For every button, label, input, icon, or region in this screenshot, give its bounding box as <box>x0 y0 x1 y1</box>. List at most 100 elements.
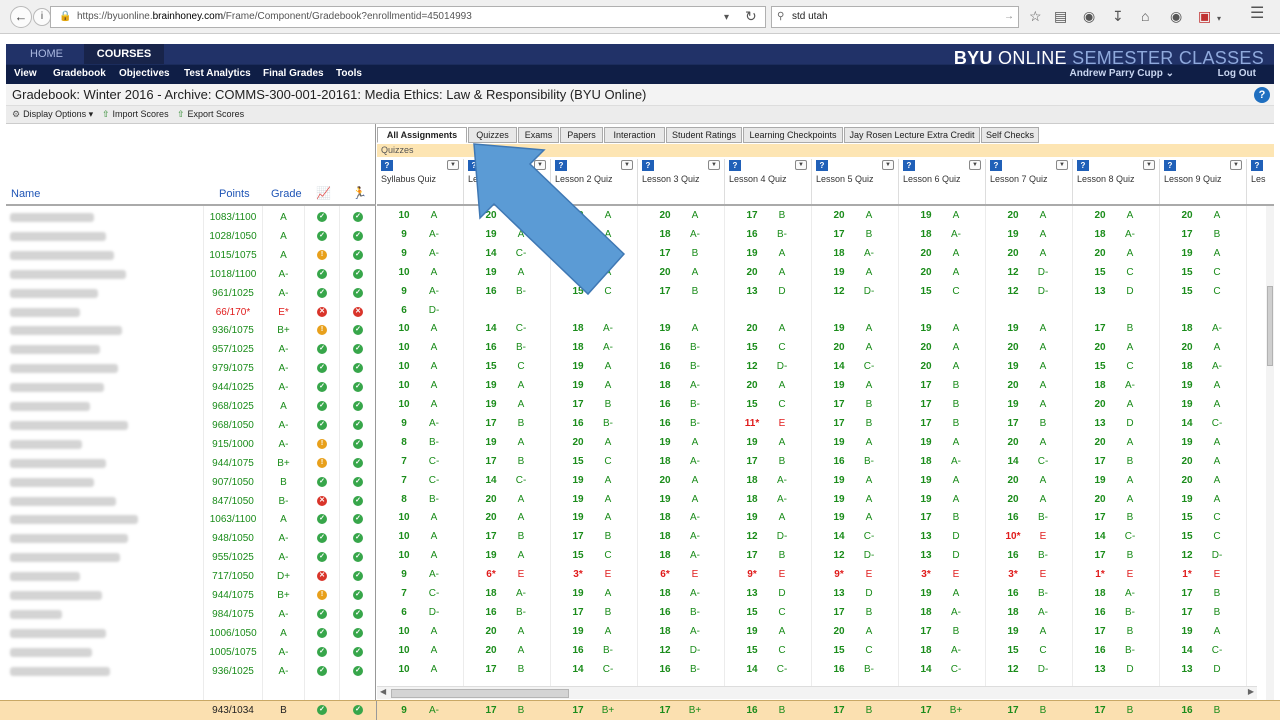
score-cell[interactable]: 18 <box>739 475 765 486</box>
score-cell[interactable]: 15 <box>739 645 765 656</box>
table-row[interactable]: 7 C- 17 B 15 C 18 A- 17 B 16 B- 18 A- 14 C- 17 B 20 A <box>377 452 1274 471</box>
score-cell[interactable]: 19 <box>1000 399 1026 410</box>
table-row[interactable]: 10 A 20 A 19 A 18 A- 19 A 19 A 17 B 16 B- 17 B 15 C <box>377 508 1274 527</box>
menu-objectives[interactable]: Objectives <box>119 68 170 79</box>
score-cell[interactable]: 14 <box>913 664 939 675</box>
score-cell[interactable]: 14 <box>1174 418 1200 429</box>
score-cell[interactable]: 16 <box>652 607 678 618</box>
score-cell[interactable]: 20 <box>478 494 504 505</box>
score-cell[interactable]: 18 <box>739 494 765 505</box>
dropdown-arrow-icon[interactable]: ▾ <box>724 11 729 25</box>
name-header[interactable]: Name <box>11 188 40 200</box>
score-cell[interactable]: 18 <box>1087 229 1113 240</box>
score-cell[interactable]: 16 <box>652 664 678 675</box>
scroll-left-icon[interactable]: ◀ <box>380 687 386 696</box>
display-options-button[interactable]: ⚙ Display Options ▾ <box>12 109 93 120</box>
score-cell[interactable]: 16 <box>652 342 678 353</box>
status-ok-icon[interactable]: ✓ <box>317 287 327 298</box>
score-cell[interactable]: 13 <box>1087 664 1113 675</box>
logout-link[interactable]: Log Out <box>1218 68 1256 79</box>
score-cell[interactable]: 15 <box>565 550 591 561</box>
score-cell[interactable]: 17 <box>1000 418 1026 429</box>
extension-dropdown-icon[interactable]: ▾ <box>1217 12 1221 26</box>
status-ok-icon[interactable]: ✓ <box>353 438 363 449</box>
score-cell[interactable]: 19 <box>1174 626 1200 637</box>
score-cell[interactable]: 20 <box>913 342 939 353</box>
score-cell[interactable]: 18 <box>478 588 504 599</box>
column-header[interactable]: ? ▼ Lesson 1 Quiz <box>464 159 551 206</box>
score-cell[interactable]: 20 <box>1000 248 1026 259</box>
status-ok-icon[interactable]: ✓ <box>353 457 363 468</box>
status-bad-icon[interactable]: ✕ <box>317 306 327 317</box>
score-cell[interactable]: 17 <box>1174 229 1200 240</box>
table-row[interactable]: 10 A 19 A 17 B 16 B- 15 C 17 B 17 B 19 A 20 A 19 A <box>377 395 1274 414</box>
score-cell[interactable]: 19 <box>478 550 504 561</box>
status-ok-icon[interactable]: ✓ <box>353 533 363 544</box>
status-ok-icon[interactable]: ✓ <box>317 608 327 619</box>
table-row[interactable]: 7 C- 14 C- 19 A 20 A 18 A- 19 A 19 A 20 A 19 A 20 A <box>377 471 1274 490</box>
score-cell[interactable]: 20 <box>1087 342 1113 353</box>
score-cell[interactable]: 18 <box>565 342 591 353</box>
score-cell[interactable]: 16 <box>1087 645 1113 656</box>
column-header[interactable]: ? ▼ Lesson 7 Quiz <box>986 159 1073 206</box>
score-cell[interactable]: 17 <box>739 210 765 221</box>
score-cell[interactable]: 16 <box>1000 550 1026 561</box>
info-icon[interactable]: i <box>33 8 51 26</box>
score-cell[interactable]: 18 <box>913 645 939 656</box>
table-row[interactable]: 1028/1050 A ✓ ✓ <box>6 227 376 246</box>
status-ok-icon[interactable]: ✓ <box>353 287 363 298</box>
score-cell[interactable]: 19 <box>1000 626 1026 637</box>
score-cell[interactable]: 14 <box>478 475 504 486</box>
score-cell[interactable]: 15 <box>1087 361 1113 372</box>
table-row[interactable]: 961/1025 A- ✓ ✓ <box>6 284 376 303</box>
help-icon[interactable]: ? <box>1254 87 1270 103</box>
score-cell[interactable]: 6* <box>652 569 678 580</box>
score-cell[interactable]: 3* <box>565 569 591 580</box>
score-cell[interactable]: 12 <box>1000 286 1026 297</box>
score-cell[interactable]: 6 <box>391 305 417 316</box>
score-cell[interactable]: 19 <box>1087 475 1113 486</box>
score-cell[interactable]: 16 <box>1000 588 1026 599</box>
score-cell[interactable]: 7 <box>391 475 417 486</box>
column-header[interactable]: ? ▼ Lesson 2 Quiz <box>551 159 638 206</box>
score-cell[interactable]: 10 <box>391 361 417 372</box>
score-cell[interactable]: 20 <box>1000 494 1026 505</box>
score-cell[interactable]: 19 <box>826 512 852 523</box>
status-ok-icon[interactable]: ✓ <box>317 212 327 222</box>
nav-courses[interactable]: COURSES <box>84 44 164 64</box>
scroll-thumb[interactable] <box>391 689 569 698</box>
score-cell[interactable]: 13 <box>1087 418 1113 429</box>
table-row[interactable]: 948/1050 A- ✓ ✓ <box>6 529 376 548</box>
score-cell[interactable]: 17 <box>652 286 678 297</box>
score-cell[interactable]: 20 <box>1087 494 1113 505</box>
score-cell[interactable]: 19 <box>826 267 852 278</box>
score-cell[interactable]: 19 <box>913 588 939 599</box>
score-cell[interactable]: 17 <box>652 248 678 259</box>
table-row[interactable]: 984/1075 A- ✓ ✓ <box>6 605 376 624</box>
status-ok-icon[interactable]: ✓ <box>353 608 363 619</box>
score-cell[interactable]: 19 <box>652 437 678 448</box>
vertical-scrollbar[interactable] <box>1266 206 1274 700</box>
status-ok-icon[interactable]: ✓ <box>317 533 327 544</box>
user-menu[interactable]: Andrew Parry Cupp ⌄ <box>1069 68 1174 79</box>
score-cell[interactable]: 17 <box>913 512 939 523</box>
status-ok-icon[interactable]: ✓ <box>353 627 363 638</box>
score-cell[interactable]: 12 <box>1000 664 1026 675</box>
tab-exams[interactable]: Exams <box>518 127 559 143</box>
status-ok-icon[interactable]: ✓ <box>317 382 327 393</box>
column-header[interactable]: ? ▼ Lesson 9 Quiz <box>1160 159 1247 206</box>
reading-list-icon[interactable]: ▤ <box>1054 9 1067 23</box>
table-row[interactable]: 10 A 20 A 20 A 20 A 17 B 20 A 19 A 20 A 20 A 20 A <box>377 206 1274 225</box>
score-cell[interactable]: 14 <box>826 361 852 372</box>
score-cell[interactable]: 17 <box>913 380 939 391</box>
status-ok-icon[interactable]: ✓ <box>353 230 363 241</box>
score-cell[interactable]: 17 <box>826 229 852 240</box>
score-cell[interactable]: 20 <box>826 342 852 353</box>
score-cell[interactable]: 16 <box>739 229 765 240</box>
table-row[interactable]: 9 A- 6* E 3* E 6* E 9* E 9* E 3* E 3* E 1* E 1* E <box>377 565 1274 584</box>
table-row[interactable]: 957/1025 A- ✓ ✓ <box>6 340 376 359</box>
column-menu-icon[interactable]: ▼ <box>1230 160 1242 170</box>
score-cell[interactable]: 19 <box>565 475 591 486</box>
status-ok-icon[interactable]: ✓ <box>353 665 363 676</box>
score-cell[interactable]: 20 <box>1000 342 1026 353</box>
